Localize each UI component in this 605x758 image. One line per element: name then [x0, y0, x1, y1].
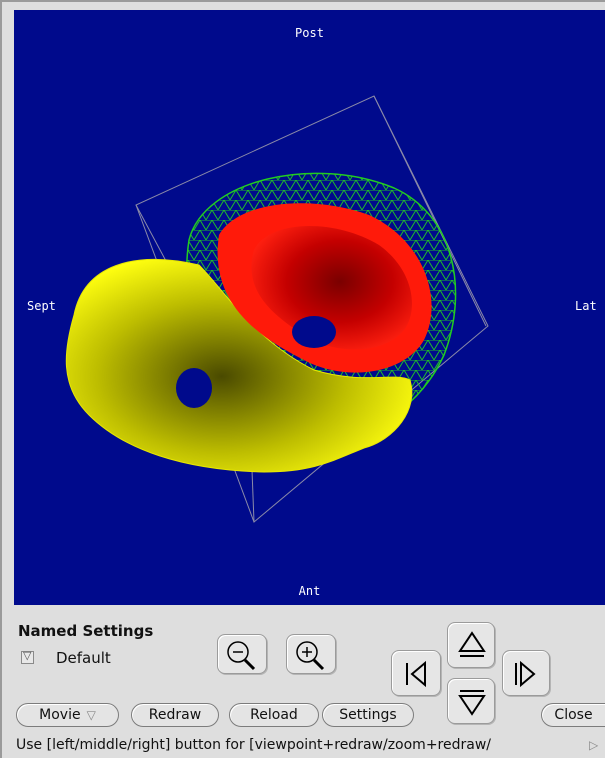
arrow-down-icon: [458, 690, 486, 716]
status-bar: Use [left/middle/right] button for [view…: [16, 737, 491, 753]
scroll-right-icon[interactable]: ▷: [589, 738, 598, 752]
rotate-right-button[interactable]: [502, 650, 550, 696]
settings-button[interactable]: Settings: [322, 703, 414, 727]
zoom-in-button[interactable]: [286, 634, 336, 674]
rotate-down-button[interactable]: [447, 678, 495, 724]
movie-button[interactable]: Movie ▽: [16, 703, 119, 727]
heart-model-render: [65, 95, 489, 523]
orientation-label-top: Post: [295, 26, 324, 40]
reload-button[interactable]: Reload: [229, 703, 319, 727]
zoom-out-button[interactable]: [217, 634, 267, 674]
orientation-label-right: Lat: [575, 299, 597, 313]
reload-button-label: Reload: [250, 707, 298, 723]
named-settings-value: Default: [56, 649, 111, 667]
zoom-in-icon: [296, 641, 325, 671]
orientation-label-left: Sept: [27, 299, 56, 313]
redraw-button-label: Redraw: [148, 707, 202, 723]
arrow-up-icon: [458, 631, 486, 657]
named-settings-dropdown[interactable]: ▽: [21, 649, 34, 664]
triangle-down-icon: ▽: [23, 649, 32, 662]
named-settings-title: Named Settings: [18, 622, 154, 640]
orientation-label-bottom: Ant: [298, 584, 321, 598]
triangle-down-icon: ▽: [86, 708, 96, 722]
movie-button-label: Movie: [39, 707, 81, 723]
arrow-left-icon: [406, 660, 426, 688]
3d-viewport[interactable]: Post Ant Sept Lat: [14, 10, 605, 605]
rotate-up-button[interactable]: [447, 622, 495, 668]
close-button[interactable]: Close: [541, 703, 605, 727]
redraw-button[interactable]: Redraw: [131, 703, 219, 727]
rotate-left-button[interactable]: [391, 650, 441, 696]
settings-button-label: Settings: [339, 707, 397, 723]
close-button-label: Close: [554, 707, 593, 723]
zoom-out-icon: [227, 641, 256, 671]
arrow-right-icon: [515, 660, 536, 688]
